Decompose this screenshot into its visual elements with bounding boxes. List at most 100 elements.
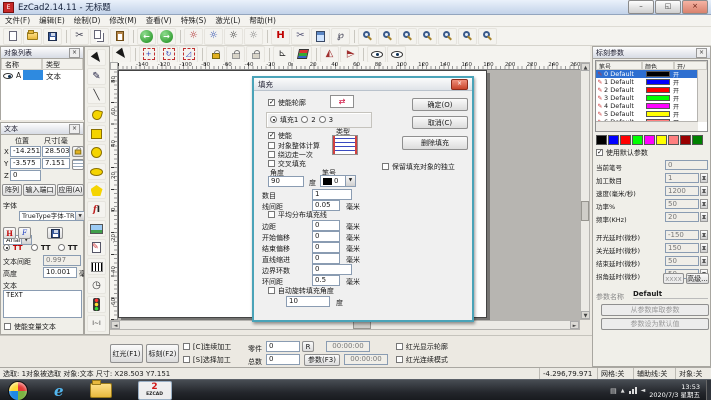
set-default-button[interactable]: 参数设为默认值 (601, 318, 709, 330)
apply-button[interactable]: 应用(A) (57, 184, 84, 196)
italic-button[interactable]: F (18, 227, 31, 239)
new-file-button[interactable] (3, 28, 22, 45)
pen-row-3[interactable]: ✎3 Default开 (596, 94, 707, 102)
tray-expand-icon[interactable]: ▲ (621, 388, 625, 394)
select-cursor-button[interactable] (112, 46, 131, 63)
delete-fill-button[interactable]: 删除填充 (402, 136, 468, 150)
circle-tool-button[interactable] (87, 144, 106, 161)
copy-button[interactable] (90, 28, 109, 45)
fill-dialog-close-icon[interactable]: × (451, 79, 468, 90)
red-outline-checkbox[interactable]: 红光显示轮廓 (396, 342, 448, 352)
red-light-button[interactable]: 红光(F1) (110, 344, 143, 363)
fill2-radio[interactable]: 2 (301, 115, 315, 125)
ellipse-tool-button[interactable] (87, 163, 106, 180)
pen-row-1[interactable]: ✎1 Default开 (596, 78, 707, 86)
palette-swatch-1[interactable] (608, 135, 619, 145)
anchor-grid-button[interactable] (72, 159, 84, 170)
show-desktop-button[interactable] (706, 380, 711, 400)
text-content-field[interactable]: TEXT (3, 290, 82, 318)
column-name[interactable]: 名称 (1, 59, 42, 70)
barcode-tool-button[interactable] (87, 258, 106, 275)
save-file-button[interactable] (43, 28, 62, 45)
y-position-field[interactable]: -3.575 (10, 158, 41, 169)
average-lines-checkbox[interactable]: 平均分布填充线 (268, 210, 327, 220)
input-indicator-icon[interactable]: ▤ (610, 387, 617, 395)
object-list-close-icon[interactable]: × (69, 48, 80, 58)
menu-item-7[interactable]: 帮助(H) (249, 15, 276, 26)
param-spinner-1[interactable] (700, 173, 708, 183)
pen-select[interactable]: 0▼ (320, 175, 356, 187)
line-indent-field[interactable]: 0 (312, 253, 340, 264)
param-spinner-2[interactable] (700, 186, 708, 196)
preview-mark-button[interactable] (387, 46, 406, 63)
z-position-field[interactable]: 0 (10, 170, 41, 181)
text-direction-arc[interactable]: TT (58, 243, 78, 253)
node-edit-button[interactable]: ✎ (87, 68, 106, 85)
advanced-button[interactable]: 高级... (686, 273, 709, 284)
width-field[interactable]: 28.503 (42, 146, 70, 157)
outline-preview-button[interactable] (330, 95, 354, 108)
delay-spinner-0[interactable] (700, 230, 708, 240)
param-field-4[interactable]: 20 (665, 212, 699, 222)
paste-button[interactable] (110, 28, 129, 45)
delay-field-0[interactable]: -150 (665, 230, 699, 240)
unknown-small-button[interactable]: xxxx (663, 273, 684, 284)
palette-swatch-0[interactable] (596, 135, 607, 145)
hatch-button[interactable]: H (271, 28, 290, 45)
rect-tool-button[interactable] (87, 125, 106, 142)
lock-x-button[interactable] (206, 46, 225, 63)
fill-type-button[interactable] (332, 135, 358, 155)
lock-z-button[interactable] (246, 46, 265, 63)
pen-column-num[interactable]: 笔号 (596, 61, 642, 70)
line-tool-button[interactable]: ╲ (87, 87, 106, 104)
menu-item-4[interactable]: 查看(V) (146, 15, 172, 26)
auto-rotate-field[interactable]: 10 (286, 296, 330, 307)
cut-button[interactable]: ✂ (70, 28, 89, 45)
input-port-button[interactable]: 输入端口 (23, 184, 56, 196)
delay-field-2[interactable]: 50 (665, 256, 699, 266)
galvo-3-button[interactable]: ☼ (224, 28, 243, 45)
param-panel-button[interactable] (311, 28, 330, 45)
io-control-button[interactable] (87, 296, 106, 313)
minimize-button[interactable]: – (628, 0, 654, 14)
object-type[interactable]: 文本 (46, 71, 61, 82)
use-default-checkbox[interactable]: 使用默认参数 (596, 148, 648, 158)
zoom-prev-button[interactable] (418, 28, 437, 45)
marking-panel-close-icon[interactable]: × (696, 48, 707, 58)
pen-column-color[interactable]: 颜色 (642, 61, 674, 70)
volume-icon[interactable]: ◄ (641, 387, 646, 394)
scroll-left-icon[interactable]: ◄ (111, 321, 120, 329)
continuous-checkbox[interactable]: [C]连续加工 (183, 342, 231, 352)
network-icon[interactable] (629, 387, 637, 394)
ring-space-field[interactable]: 0.5 (312, 275, 340, 286)
text-tool-button[interactable]: fI (87, 201, 106, 218)
preview-show-button[interactable] (367, 46, 386, 63)
close-button[interactable]: × (682, 0, 708, 14)
part-count-field[interactable]: 0 (266, 341, 300, 352)
delay-field-1[interactable]: 150 (665, 243, 699, 253)
color-layers-button[interactable] (293, 46, 312, 63)
enable-fill-checkbox[interactable]: 使能 (268, 131, 292, 141)
palette-swatch-4[interactable] (644, 135, 655, 145)
zoom-window-button[interactable] (398, 28, 417, 45)
text-height-field[interactable]: 10.001 (43, 267, 77, 278)
horizontal-scroll-thumb[interactable] (353, 321, 371, 329)
polygon-tool-button[interactable] (87, 182, 106, 199)
mirror-vertical-button[interactable]: ◭ (340, 46, 359, 63)
delay-tool-button[interactable]: ◷ (87, 277, 106, 294)
text-direction-vertical[interactable]: TT (31, 243, 51, 253)
count-field[interactable]: 1 (312, 189, 352, 200)
explorer-taskbar-icon[interactable] (90, 383, 112, 398)
status-guides[interactable]: 辅助线:关 (633, 368, 675, 379)
menu-item-1[interactable]: 编辑(E) (39, 15, 65, 26)
galvo-2-button[interactable]: ☼ (204, 28, 223, 45)
height-field[interactable]: 7.151 (42, 158, 70, 169)
galvo-1-button[interactable]: ☼ (184, 28, 203, 45)
pen-table-hscroll[interactable] (596, 121, 698, 131)
fill1-radio[interactable]: 填充1 (270, 115, 298, 125)
palette-swatch-2[interactable] (620, 135, 631, 145)
redo-button[interactable]: → (157, 28, 176, 45)
mirror-horizontal-button[interactable]: ◭ (320, 46, 339, 63)
start-button[interactable] (8, 381, 28, 400)
menu-item-6[interactable]: 激光(L) (215, 15, 240, 26)
